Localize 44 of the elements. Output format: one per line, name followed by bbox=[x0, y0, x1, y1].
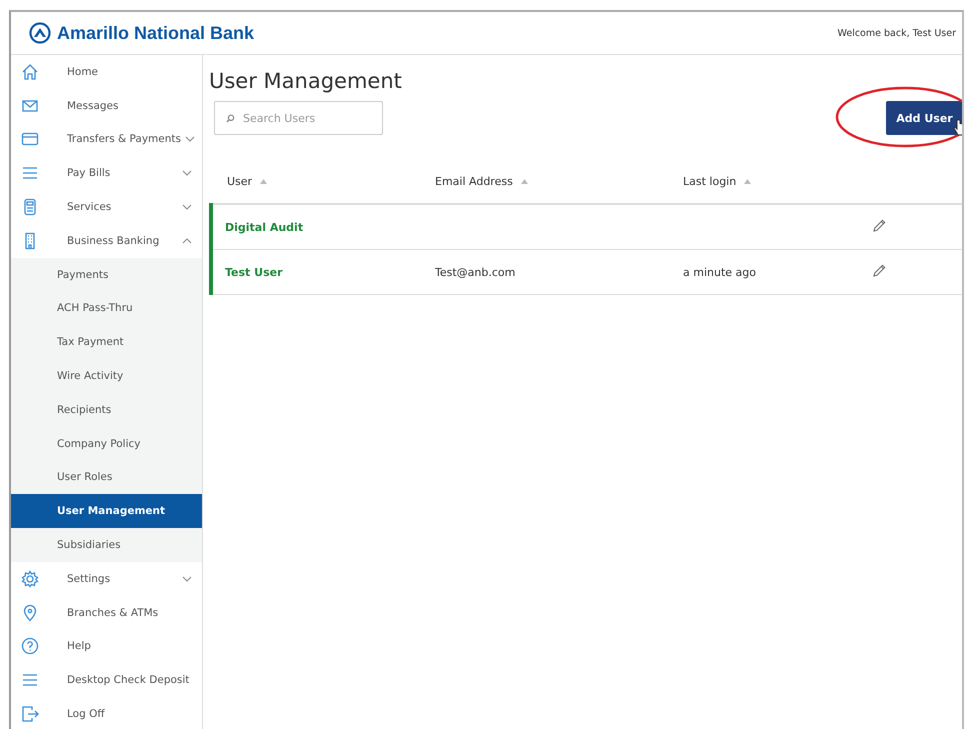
sidebar-item[interactable]: Transfers & Payments bbox=[11, 122, 202, 156]
sidebar-item[interactable]: Desktop Check Deposit bbox=[11, 663, 202, 698]
sort-arrow-icon[interactable] bbox=[520, 178, 528, 184]
sidebar-subitem[interactable]: Payments bbox=[11, 258, 202, 292]
logout-icon bbox=[21, 705, 39, 724]
bank-logo-text: Amarillo National Bank bbox=[57, 22, 254, 44]
edit-pencil-icon[interactable] bbox=[873, 264, 886, 277]
page-title: User Management bbox=[209, 69, 403, 93]
sidebar-subitem[interactable]: Subsidiaries bbox=[11, 528, 202, 562]
sidebar-item[interactable]: Branches & ATMs bbox=[11, 596, 202, 630]
sidebar-subitem[interactable]: Company Policy bbox=[11, 426, 202, 461]
sort-arrow-icon[interactable] bbox=[260, 178, 268, 184]
sidebar-item[interactable]: Services bbox=[11, 190, 202, 224]
sidebar-subitem[interactable]: Recipients bbox=[11, 392, 202, 427]
user-name-link[interactable]: Digital Audit bbox=[225, 220, 304, 234]
sidebar-item[interactable]: Messages bbox=[11, 88, 202, 123]
sort-arrow-icon[interactable] bbox=[744, 178, 752, 184]
last-login-cell: a minute ago bbox=[683, 266, 756, 278]
sidebar-subitem[interactable]: Tax Payment bbox=[11, 325, 202, 360]
home-icon bbox=[21, 62, 39, 81]
location-pin-icon bbox=[21, 604, 39, 622]
settings-icon bbox=[21, 570, 39, 588]
sidebar-item[interactable]: Home bbox=[11, 55, 202, 89]
sidebar-item[interactable]: Business Banking bbox=[11, 224, 202, 258]
user-name-link[interactable]: Test User bbox=[225, 266, 283, 278]
sidebar-item[interactable]: Settings bbox=[11, 562, 202, 596]
sidebar-subitem[interactable]: Wire Activity bbox=[11, 359, 202, 393]
sidebar-item[interactable]: Help bbox=[11, 630, 202, 664]
edit-pencil-icon[interactable] bbox=[873, 219, 886, 232]
search-icon bbox=[226, 114, 235, 123]
logo-icon bbox=[29, 22, 51, 44]
help-icon bbox=[21, 637, 39, 656]
sidebar-subitem[interactable]: ACH Pass-Thru bbox=[11, 292, 202, 326]
welcome-text: Welcome back, Test User bbox=[838, 28, 956, 38]
sidebar-item[interactable]: Pay Bills bbox=[11, 156, 202, 190]
sidebar-subitem[interactable]: User Roles bbox=[11, 460, 202, 494]
column-header[interactable]: Email Address bbox=[435, 174, 513, 188]
column-header[interactable]: User bbox=[227, 174, 252, 188]
email-cell: Test@anb.com bbox=[435, 266, 516, 278]
sidebar-subitem[interactable]: User Management bbox=[11, 494, 202, 528]
sidebar-item[interactable]: Log Off bbox=[11, 697, 202, 729]
search-field[interactable]: Search Users bbox=[214, 101, 383, 135]
add-user-button[interactable]: Add User bbox=[886, 101, 962, 135]
column-header[interactable]: Last login bbox=[683, 174, 736, 188]
